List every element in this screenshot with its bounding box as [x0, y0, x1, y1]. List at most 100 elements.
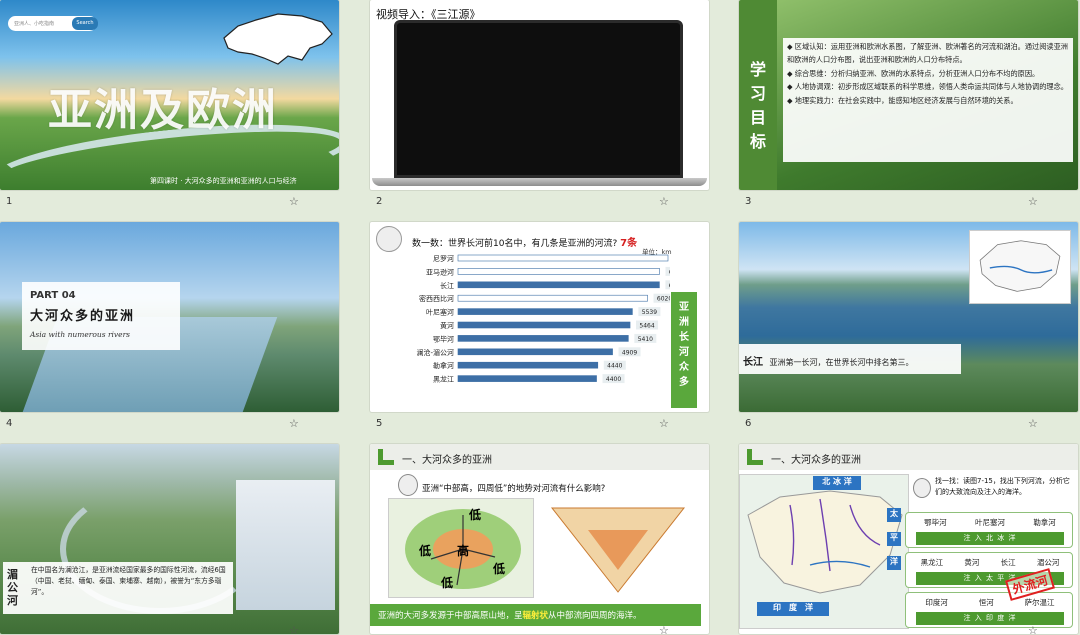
terrain-label: 低	[492, 561, 505, 576]
destination-label: 注 入 印 度 洋	[916, 612, 1064, 625]
terrain-label: 低	[440, 575, 453, 590]
river: 黄河	[964, 558, 980, 567]
header-icon	[747, 449, 763, 465]
slide-6-thumbnail[interactable]: 长江 亚洲第一长河，在世界长河中排名第三。	[739, 222, 1078, 412]
river: 印度河	[925, 598, 948, 607]
river-list: 黑龙江 黄河 长江 湄公河	[910, 557, 1070, 568]
river-length-chart: 尼罗河6670亚马逊河6400长江6397密西西比河6020叶尼塞河5539黄河…	[416, 254, 670, 384]
cross-section-diagram	[550, 507, 686, 593]
slide-1-thumbnail[interactable]: 亚洲人、小吃指南 Search 亚洲及欧洲 第四课时 · 大河众多的亚洲和亚洲的…	[0, 0, 339, 190]
caption-box: 长江 亚洲第一长河，在世界长河中排名第三。	[739, 344, 961, 374]
category-label: 亚马逊河	[426, 267, 454, 276]
avatar	[398, 474, 418, 496]
lesson-subtitle: 第四课时 · 大河众多的亚洲和亚洲的人口与经济	[150, 177, 297, 185]
river: 勒拿河	[1033, 518, 1056, 527]
map-outline-icon	[223, 13, 333, 65]
bar	[457, 281, 660, 289]
sidebar-char: 习	[749, 84, 766, 103]
objective-item: ◆ 地理实践力：在社会实践中，能感知地区经济发展与自然环境的关系。	[787, 95, 1018, 105]
river-name: 长江	[743, 357, 763, 368]
laptop-screen	[394, 20, 683, 178]
river: 湄公河	[1036, 558, 1060, 567]
river: 恒河	[978, 598, 994, 607]
section-subtitle: Asia with numerous rivers	[30, 330, 131, 339]
ocean-label-indian: 印 度 洋	[757, 602, 829, 616]
summary-box: 亚洲长河众多	[671, 292, 697, 408]
bar	[457, 294, 648, 302]
banner-keyword: 辐射状	[522, 611, 549, 621]
ocean-label-pacific: 洋	[887, 556, 901, 570]
search-button[interactable]: Search	[72, 17, 98, 30]
category-label: 长江	[440, 281, 454, 290]
header-icon	[378, 449, 394, 465]
question: 数一数：世界长河前10名中，有几条是亚洲的河流?	[412, 239, 618, 249]
slide-3-thumbnail[interactable]: 学 习 目 标 ◆ 区域认知：运用亚洲和欧洲水系图，了解亚洲、欧洲著名的河流和湖…	[739, 0, 1078, 190]
river: 黑龙江	[920, 558, 944, 567]
china-map-inset	[969, 230, 1071, 304]
question: 亚洲“中部高，四周低”的地势对河流有什么影响?	[422, 484, 606, 494]
star-icon[interactable]: ☆	[1028, 417, 1038, 430]
category-label: 密西西比河	[419, 294, 454, 303]
value-label: 5539	[642, 309, 657, 316]
conclusion-banner: 亚洲的大河多发源于中部高原山地，呈辐射状从中部流向四周的海洋。	[370, 604, 701, 626]
value-label: 4440	[607, 363, 622, 370]
river-group-card: 鄂毕河 叶尼塞河 勒拿河 注 入 北 冰 洋	[905, 512, 1073, 548]
river: 长江	[1000, 558, 1016, 567]
task-prompt: 找一找：读图7-15，找出下列河流，分析它们的大致流向及注入的海洋。	[935, 477, 1070, 496]
bar	[457, 268, 660, 275]
star-icon[interactable]: ☆	[1028, 195, 1038, 208]
slide-9-thumbnail[interactable]: 一、大河众多的亚洲 北 冰 洋 太 平 洋 印 度 洋 找一找：读图7-15，找…	[739, 444, 1078, 634]
star-icon[interactable]: ☆	[289, 195, 299, 208]
sidebar-char: 标	[749, 132, 766, 151]
section-header: 一、大河众多的亚洲	[739, 444, 1078, 470]
caption-box: 湄公河 在中国名为澜沧江，是亚洲流经国家最多的国际性河流，流经6国（中国、老挝、…	[3, 562, 233, 614]
slide-2-thumbnail[interactable]: 视频导入：《三江源》	[370, 0, 709, 190]
slide-number: 3	[745, 196, 752, 207]
ocean-label-pacific: 太	[887, 508, 901, 522]
slide-number: 5	[376, 418, 383, 429]
objective-item: ◆ 区域认知：运用亚洲和欧洲水系图，了解亚洲、欧洲著名的河流和湖泊。通过阅读亚洲…	[787, 42, 1068, 65]
caption: 在中国名为澜沧江，是亚洲流经国家最多的国际性河流，流经6国（中国、老挝、缅甸、泰…	[31, 566, 226, 596]
header-title: 一、大河众多的亚洲	[771, 455, 861, 466]
destination-label: 注 入 北 冰 洋	[916, 532, 1064, 545]
header-title: 一、大河众多的亚洲	[402, 455, 492, 466]
star-icon[interactable]: ☆	[659, 417, 669, 430]
section-title: 大河众多的亚洲	[30, 309, 136, 324]
star-icon[interactable]: ☆	[659, 195, 669, 208]
ocean-label-pacific: 平	[887, 532, 901, 546]
bar	[457, 321, 631, 329]
banner-text: 亚洲的大河多发源于中部高原山地，呈	[378, 611, 523, 621]
objective-item: ◆ 综合思维：分析归纳亚洲、欧洲的水系特点，分析亚洲人口分布不均的原因。	[787, 68, 1040, 78]
river-list: 鄂毕河 叶尼塞河 勒拿河	[910, 517, 1070, 528]
bridge-photo	[236, 480, 335, 610]
category-label: 黑龙江	[433, 375, 454, 384]
category-label: 黄河	[440, 321, 454, 330]
river: 叶尼塞河	[974, 518, 1005, 527]
river-list: 印度河 恒河 萨尔温江	[910, 597, 1070, 608]
star-icon[interactable]: ☆	[289, 624, 299, 635]
slide-4-thumbnail[interactable]: PART 04 大河众多的亚洲 Asia with numerous river…	[0, 222, 339, 412]
slide-5-thumbnail[interactable]: 数一数：世界长河前10名中，有几条是亚洲的河流? 7条 单位：km 尼罗河667…	[370, 222, 709, 412]
river: 萨尔温江	[1024, 598, 1055, 607]
asia-terrain-map: 低 高 低 低 低	[388, 498, 534, 598]
bar	[457, 348, 613, 356]
summary-text: 亚洲长河众多	[679, 302, 689, 388]
objectives-box: ◆ 区域认知：运用亚洲和欧洲水系图，了解亚洲、欧洲著名的河流和湖泊。通过阅读亚洲…	[783, 38, 1073, 162]
star-icon[interactable]: ☆	[289, 417, 299, 430]
value-label: 4400	[606, 376, 621, 383]
section-header: 一、大河众多的亚洲	[370, 444, 709, 470]
bar	[457, 361, 599, 369]
star-icon[interactable]: ☆	[659, 624, 669, 635]
terrain-label: 高	[457, 543, 469, 558]
section-panel: PART 04 大河众多的亚洲 Asia with numerous river…	[22, 282, 180, 350]
avatar	[913, 478, 931, 498]
value-label: 6020	[657, 296, 670, 303]
category-label: 澜沧-湄公河	[416, 348, 454, 357]
slide-8-thumbnail[interactable]: 一、大河众多的亚洲 亚洲“中部高，四周低”的地势对河流有什么影响? 低 高 低 …	[370, 444, 709, 634]
avatar	[376, 226, 402, 252]
bar	[457, 375, 597, 382]
slide-7-thumbnail[interactable]: 湄公河 在中国名为澜沧江，是亚洲流经国家最多的国际性河流，流经6国（中国、老挝、…	[0, 444, 339, 634]
terrain-label: 低	[468, 507, 481, 522]
star-icon[interactable]: ☆	[1028, 624, 1038, 635]
value-label: 6400	[669, 269, 670, 276]
